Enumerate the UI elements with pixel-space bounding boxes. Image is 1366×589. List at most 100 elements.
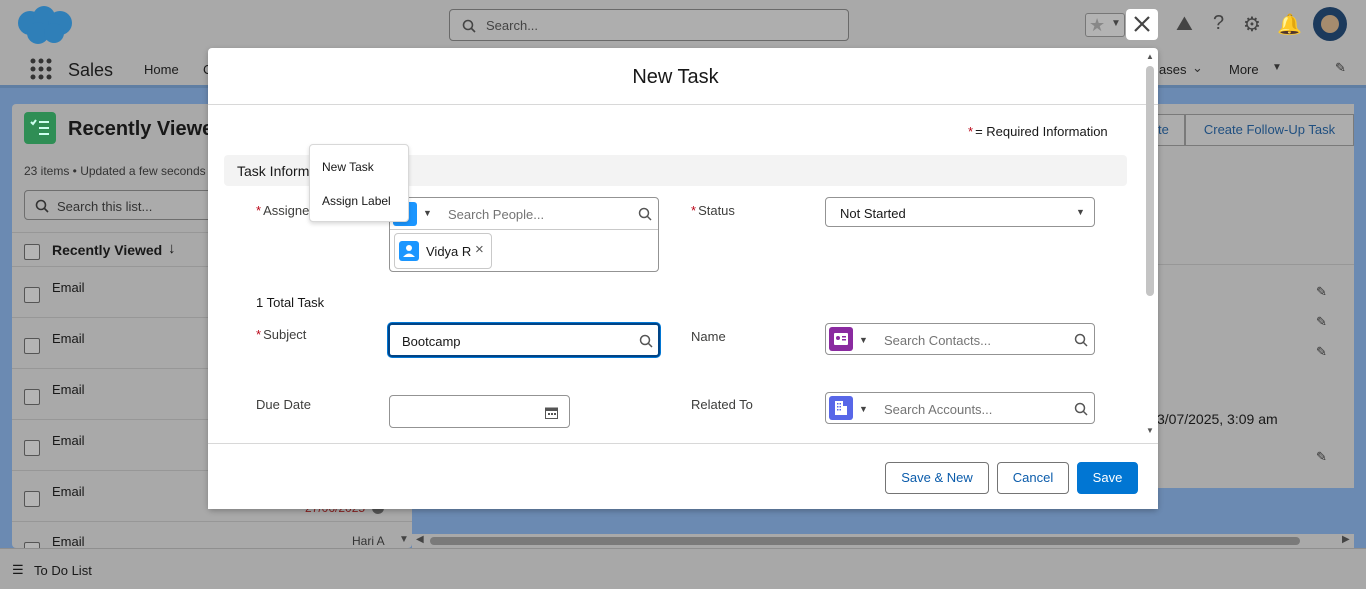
assigned-to-label-text: Assigne xyxy=(263,203,310,218)
row-subject[interactable]: Email xyxy=(52,331,85,346)
row-checkbox[interactable] xyxy=(24,491,40,507)
search-icon xyxy=(1074,402,1088,416)
section-title: Task Informa xyxy=(237,163,318,179)
edit-icon[interactable]: ✎ xyxy=(1316,344,1327,360)
search-icon xyxy=(639,334,653,348)
app-name: Sales xyxy=(68,60,114,80)
calendar-icon[interactable] xyxy=(545,406,558,419)
chevron-down-icon[interactable]: ▼ xyxy=(423,208,432,218)
utility-bar: ☰ To Do List xyxy=(0,548,1366,589)
row-checkbox[interactable] xyxy=(24,389,40,405)
assigned-to-field: ▼ Search People... Vidya R × xyxy=(389,197,659,272)
help-icon[interactable]: ? xyxy=(1213,12,1224,35)
edit-icon[interactable]: ✎ xyxy=(1316,449,1327,465)
modal-footer: Save & New Cancel Save xyxy=(208,443,1158,509)
nav-home[interactable]: Home xyxy=(144,62,179,77)
gear-icon[interactable]: ⚙ xyxy=(1243,12,1261,37)
scroll-up-icon[interactable]: ▲ xyxy=(1146,52,1154,61)
star-icon: ★ xyxy=(1089,15,1106,35)
total-task-count: 1 Total Task xyxy=(256,295,325,310)
nav-more[interactable]: More xyxy=(1229,62,1259,77)
favorites-button[interactable]: ★ ▼ xyxy=(1085,13,1125,37)
row-subject[interactable]: Email xyxy=(52,280,85,295)
task-list-icon xyxy=(24,112,56,144)
required-note-text: = Required Information xyxy=(975,124,1108,139)
edit-nav-icon[interactable]: ✎ xyxy=(1335,60,1346,76)
select-all-checkbox[interactable] xyxy=(24,244,40,260)
record-timestamp: 3/07/2025, 3:09 am xyxy=(1157,411,1278,427)
record-detail-panel: te Create Follow-Up Task ✎ ✎ ✎ 3/07/2025… xyxy=(1155,104,1354,488)
status-select[interactable]: Not Started ▼ xyxy=(825,197,1095,227)
todo-list-icon: ☰ xyxy=(12,562,24,577)
status-label-text: Status xyxy=(698,203,735,218)
row-checkbox[interactable] xyxy=(24,338,40,354)
horizontal-scrollbar[interactable]: ◀ ▶ xyxy=(412,534,1354,548)
save-and-new-button[interactable]: Save & New xyxy=(885,462,989,494)
popover-item-new-task[interactable]: New Task xyxy=(322,160,374,174)
remove-icon[interactable]: × xyxy=(475,241,484,258)
global-header: Search... ★ ▼ ⛰ ? ⚙ 🔔 xyxy=(0,0,1366,52)
status-value: Not Started xyxy=(840,206,906,221)
modal-title: New Task xyxy=(632,66,719,88)
due-date-input[interactable] xyxy=(389,395,570,428)
app-launcher-icon[interactable] xyxy=(30,58,52,80)
trailhead-icon[interactable]: ⛰ xyxy=(1176,13,1193,36)
row-assignee[interactable]: Hari A xyxy=(352,534,385,548)
action-button-partial[interactable]: te xyxy=(1155,114,1185,146)
global-search[interactable]: Search... xyxy=(449,9,849,41)
chevron-down-icon[interactable]: ▼ xyxy=(859,404,868,414)
list-title[interactable]: Recently Viewe xyxy=(68,118,213,141)
contact-icon[interactable] xyxy=(829,327,853,351)
scroll-right-icon[interactable]: ▶ xyxy=(1342,534,1350,545)
chevron-down-icon[interactable]: ⌄ xyxy=(1192,60,1203,76)
assignee-pill[interactable]: Vidya R × xyxy=(394,233,492,269)
row-subject[interactable]: Email xyxy=(52,534,85,549)
scroll-down-icon[interactable]: ▼ xyxy=(399,534,409,545)
column-header[interactable]: Recently Viewed xyxy=(52,242,162,258)
search-accounts-input[interactable]: Search Accounts... xyxy=(884,402,992,417)
list-search-placeholder: Search this list... xyxy=(57,199,153,214)
save-button[interactable]: Save xyxy=(1077,462,1138,494)
edit-icon[interactable]: ✎ xyxy=(1316,314,1327,330)
cancel-button[interactable]: Cancel xyxy=(997,462,1069,494)
nav-cases[interactable]: ases xyxy=(1159,62,1186,77)
global-search-placeholder: Search... xyxy=(486,18,539,33)
scroll-left-icon[interactable]: ◀ xyxy=(416,534,424,545)
subject-label: * Subject xyxy=(256,327,307,342)
close-modal-button[interactable] xyxy=(1126,9,1158,40)
modal-scrollbar-thumb[interactable] xyxy=(1146,66,1154,296)
related-to-lookup: ▼ Search Accounts... xyxy=(825,392,1095,424)
row-subject[interactable]: Email xyxy=(52,382,85,397)
account-icon[interactable] xyxy=(829,396,853,420)
row-checkbox[interactable] xyxy=(24,287,40,303)
edit-icon[interactable]: ✎ xyxy=(1316,284,1327,300)
due-date-label: Due Date xyxy=(256,397,311,412)
search-icon xyxy=(35,199,49,213)
todo-list-tab[interactable]: To Do List xyxy=(34,563,92,578)
list-search-input[interactable]: Search this list... xyxy=(24,190,224,220)
scrollbar-thumb[interactable] xyxy=(430,537,1300,545)
caret-down-icon[interactable]: ▼ xyxy=(1272,62,1282,73)
scroll-down-icon[interactable]: ▼ xyxy=(1146,426,1154,435)
context-popover: New Task Assign Label xyxy=(309,144,409,222)
chevron-down-icon[interactable]: ▼ xyxy=(859,335,868,345)
row-subject[interactable]: Email xyxy=(52,484,85,499)
assigned-to-label: * Assigne xyxy=(256,203,310,218)
bell-icon[interactable]: 🔔 xyxy=(1277,12,1302,37)
new-task-modal: New Task * = Required Information Task In… xyxy=(208,48,1158,509)
search-icon xyxy=(638,207,652,221)
divider xyxy=(1155,264,1354,265)
row-checkbox[interactable] xyxy=(24,440,40,456)
create-follow-up-task-button[interactable]: Create Follow-Up Task xyxy=(1185,114,1354,146)
row-subject[interactable]: Email xyxy=(52,433,85,448)
subject-input[interactable]: Bootcamp xyxy=(388,323,660,357)
chevron-down-icon: ▼ xyxy=(1076,207,1085,217)
search-contacts-input[interactable]: Search Contacts... xyxy=(884,333,991,348)
avatar[interactable] xyxy=(1313,7,1347,41)
sort-arrow-icon[interactable]: ↓ xyxy=(168,240,176,257)
divider xyxy=(390,229,658,230)
name-label: Name xyxy=(691,329,726,344)
search-people-input[interactable]: Search People... xyxy=(448,207,544,222)
popover-item-assign-label[interactable]: Assign Label xyxy=(322,194,391,208)
salesforce-logo[interactable] xyxy=(16,5,74,45)
